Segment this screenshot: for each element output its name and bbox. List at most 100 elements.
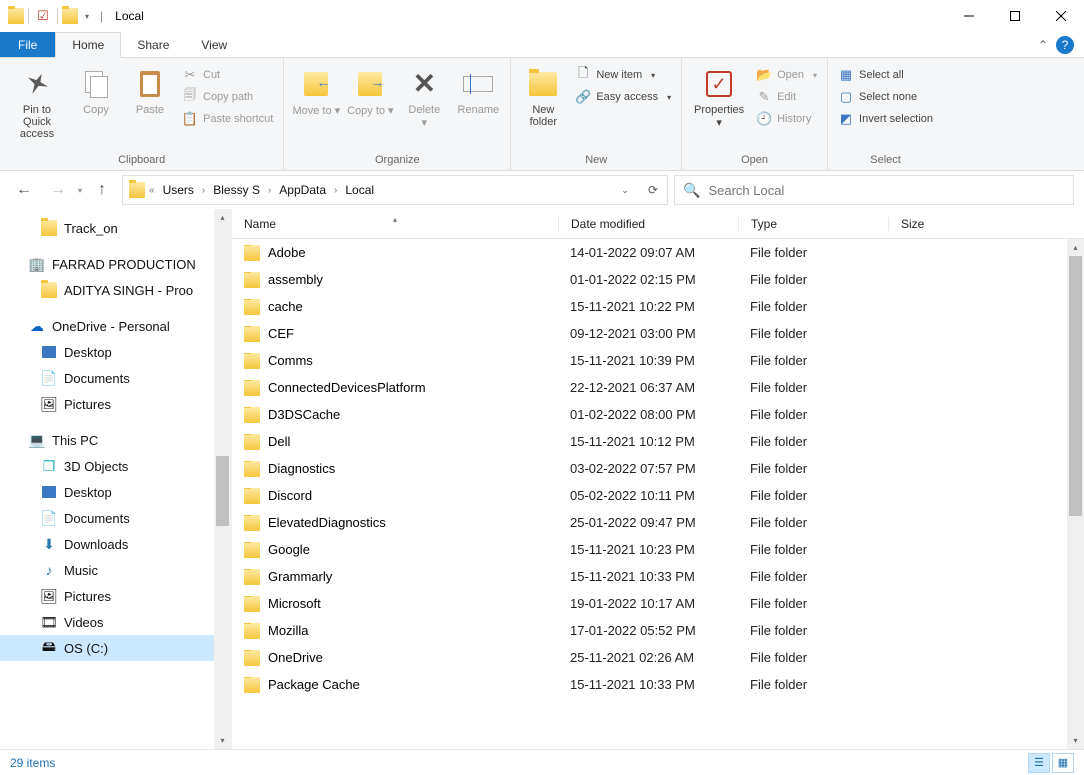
qat-newfolder-icon[interactable] [62,8,78,24]
nav-videos[interactable]: 🎞Videos [0,609,231,635]
pin-quickaccess-button[interactable]: Pin to Quick access [6,64,68,144]
table-row[interactable]: Grammarly15-11-2021 10:33 PMFile folder [232,563,1084,590]
breadcrumb-blessy[interactable]: Blessy S [209,183,264,197]
title-separator: | [96,9,107,23]
up-button[interactable]: ↑ [88,176,116,204]
col-type[interactable]: Type [738,217,888,231]
easy-access-button[interactable]: 🔗Easy access ▾ [571,86,675,108]
folder-icon [244,353,260,369]
recent-locations-dropdown[interactable]: ▾ [78,186,82,195]
col-size[interactable]: Size [888,217,988,231]
tab-home[interactable]: Home [55,32,121,58]
col-name[interactable]: ▴Name [232,217,558,231]
nav-desktop[interactable]: Desktop [0,479,231,505]
new-item-button[interactable]: 🗋New item ▾ [571,64,675,86]
properties-button[interactable]: ✓ Properties▾ [688,64,750,133]
table-row[interactable]: Adobe14-01-2022 09:07 AMFile folder [232,239,1084,266]
qat-properties-icon[interactable]: ☑ [33,6,53,26]
table-row[interactable]: D3DSCache01-02-2022 08:00 PMFile folder [232,401,1084,428]
nav-od-desktop[interactable]: Desktop [0,339,231,365]
breadcrumb-users[interactable]: Users [159,183,198,197]
window-title: Local [111,9,144,23]
history-button[interactable]: 🕘History [752,108,821,130]
table-row[interactable]: Microsoft19-01-2022 10:17 AMFile folder [232,590,1084,617]
file-name: Grammarly [268,569,332,584]
details-view-button[interactable]: ☰ [1028,753,1050,773]
table-row[interactable]: CEF09-12-2021 03:00 PMFile folder [232,320,1084,347]
scroll-down-icon[interactable]: ▾ [214,732,231,749]
breadcrumb-local[interactable]: Local [341,183,378,197]
navpane-scrollbar[interactable]: ▴ ▾ [214,209,231,749]
table-row[interactable]: Diagnostics03-02-2022 07:57 PMFile folde… [232,455,1084,482]
table-row[interactable]: Comms15-11-2021 10:39 PMFile folder [232,347,1084,374]
list-scroll-thumb[interactable] [1069,256,1082,516]
invert-selection-button[interactable]: ◩Invert selection [834,108,937,130]
table-row[interactable]: ConnectedDevicesPlatform22-12-2021 06:37… [232,374,1084,401]
nav-onedrive[interactable]: ☁OneDrive - Personal [0,313,231,339]
filelist-scrollbar[interactable]: ▴ ▾ [1067,239,1084,749]
list-scroll-up-icon[interactable]: ▴ [1067,239,1084,256]
address-bar[interactable]: « Users› Blessy S› AppData› Local ⌄ ⟳ [122,175,668,205]
col-date[interactable]: Date modified [558,217,738,231]
table-row[interactable]: OneDrive25-11-2021 02:26 AMFile folder [232,644,1084,671]
move-to-button[interactable]: Move to ▾ [290,64,342,121]
nav-music[interactable]: ♪Music [0,557,231,583]
address-dropdown[interactable]: ⌄ [611,176,639,204]
copy-path-button[interactable]: 🗐Copy path [178,86,277,108]
nav-downloads[interactable]: ⬇Downloads [0,531,231,557]
nav-3dobjects[interactable]: ❒3D Objects [0,453,231,479]
open-button[interactable]: 📂Open ▾ [752,64,821,86]
nav-trackon[interactable]: Track_on [0,215,231,241]
tab-view[interactable]: View [185,32,243,57]
nav-od-pictures[interactable]: 🖼Pictures [0,391,231,417]
back-button[interactable]: ← [10,176,38,204]
tab-share[interactable]: Share [121,32,185,57]
nav-osc[interactable]: 🖴OS (C:) [0,635,231,661]
select-all-button[interactable]: ▦Select all [834,64,937,86]
select-none-button[interactable]: ▢Select none [834,86,937,108]
collapse-ribbon-icon[interactable]: ⌃ [1038,38,1048,52]
search-box[interactable]: 🔍 [674,175,1074,205]
paste-shortcut-button[interactable]: 📋Paste shortcut [178,108,277,130]
breadcrumb-appdata[interactable]: AppData [275,183,330,197]
close-button[interactable] [1038,0,1084,32]
edit-button[interactable]: ✎Edit [752,86,821,108]
table-row[interactable]: ElevatedDiagnostics25-01-2022 09:47 PMFi… [232,509,1084,536]
nav-aditya[interactable]: ADITYA SINGH - Proo [0,277,231,303]
tab-file[interactable]: File [0,32,55,57]
rename-button[interactable]: Rename [452,64,504,120]
nav-pictures[interactable]: 🖼Pictures [0,583,231,609]
delete-button[interactable]: ✕ Delete▾ [398,64,450,133]
file-date: 15-11-2021 10:39 PM [558,353,738,368]
maximize-button[interactable] [992,0,1038,32]
nav-farrad[interactable]: 🏢FARRAD PRODUCTION [0,251,231,277]
nav-documents[interactable]: 📄Documents [0,505,231,531]
copy-button[interactable]: Copy [70,64,122,120]
refresh-button[interactable]: ⟳ [639,176,667,204]
qat-customize-dropdown[interactable]: ▾ [82,12,92,21]
table-row[interactable]: cache15-11-2021 10:22 PMFile folder [232,293,1084,320]
paste-button[interactable]: Paste [124,64,176,120]
folder-icon [244,488,260,504]
minimize-button[interactable] [946,0,992,32]
cut-button[interactable]: ✂Cut [178,64,277,86]
table-row[interactable]: Discord05-02-2022 10:11 PMFile folder [232,482,1084,509]
nav-thispc[interactable]: 💻This PC [0,427,231,453]
nav-od-documents[interactable]: 📄Documents [0,365,231,391]
new-folder-button[interactable]: New folder [517,64,569,132]
table-row[interactable]: assembly01-01-2022 02:15 PMFile folder [232,266,1084,293]
forward-button[interactable]: → [44,176,72,204]
folder-icon [244,650,260,666]
search-input[interactable] [708,183,1065,198]
table-row[interactable]: Dell15-11-2021 10:12 PMFile folder [232,428,1084,455]
scroll-up-icon[interactable]: ▴ [214,209,231,226]
icons-view-button[interactable]: ▦ [1052,753,1074,773]
list-scroll-down-icon[interactable]: ▾ [1067,732,1084,749]
table-row[interactable]: Package Cache15-11-2021 10:33 PMFile fol… [232,671,1084,698]
scroll-thumb[interactable] [216,456,229,526]
table-row[interactable]: Google15-11-2021 10:23 PMFile folder [232,536,1084,563]
help-icon[interactable]: ? [1056,36,1074,54]
newfolder-icon [529,72,557,96]
table-row[interactable]: Mozilla17-01-2022 05:52 PMFile folder [232,617,1084,644]
copy-to-button[interactable]: Copy to ▾ [344,64,396,121]
